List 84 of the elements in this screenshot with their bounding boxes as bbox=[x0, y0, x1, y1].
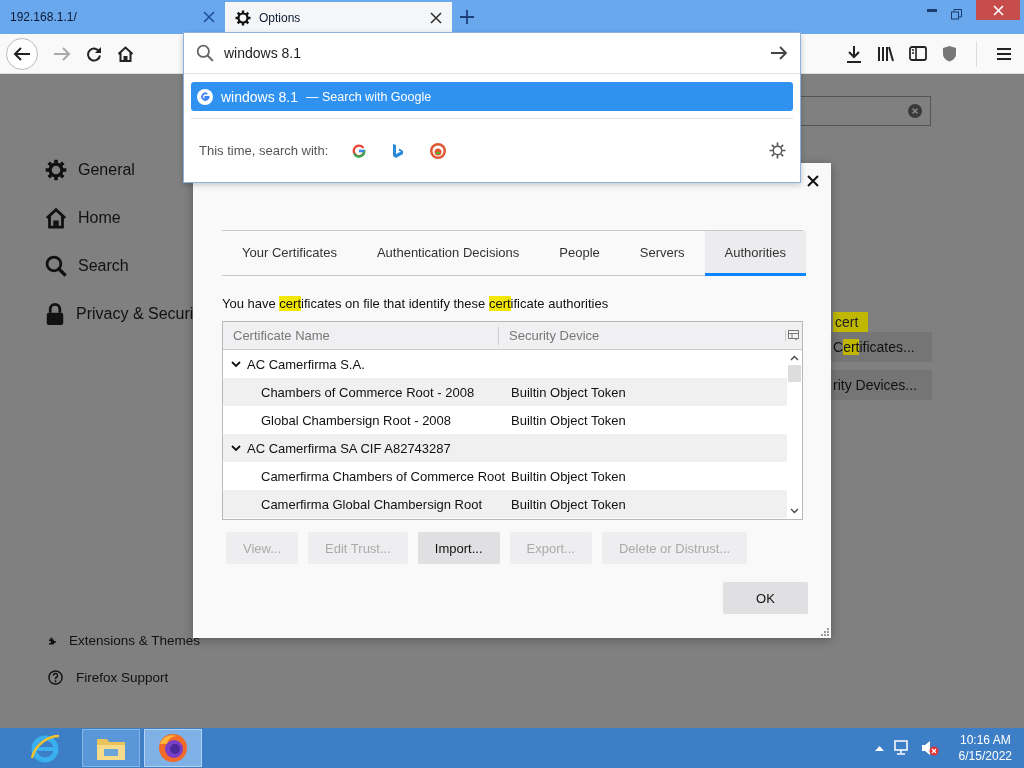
restore-icon[interactable] bbox=[951, 9, 962, 20]
close-button[interactable] bbox=[976, 0, 1020, 20]
gear-icon bbox=[235, 10, 251, 26]
gear-icon bbox=[45, 159, 67, 181]
category-item[interactable]: Home bbox=[45, 205, 200, 231]
manage-button[interactable]: rity Devices... bbox=[831, 370, 932, 400]
dialog-tab[interactable]: Authentication Decisions bbox=[356, 231, 540, 276]
dialog-tab[interactable]: Authorities bbox=[704, 231, 806, 276]
globe-icon bbox=[29, 732, 61, 764]
clock-time: 10:16 AM bbox=[959, 732, 1011, 748]
dialog-tab[interactable]: People bbox=[539, 231, 620, 276]
table-row[interactable]: Camerfirma Global Chambersign Root Builtin Object Token bbox=[223, 490, 787, 518]
scroll-up-icon[interactable] bbox=[790, 355, 799, 361]
tree-group-row[interactable]: AC Camerfirma SA CIF A82743287 bbox=[223, 440, 451, 456]
chevron-down-icon[interactable] bbox=[231, 443, 241, 453]
search-highlight-tag: cert bbox=[833, 312, 869, 332]
back-arrow-icon bbox=[13, 45, 31, 62]
category-item[interactable]: General bbox=[45, 157, 200, 183]
duck-icon[interactable] bbox=[430, 142, 447, 159]
table-cell: Builtin Object Token bbox=[511, 468, 626, 484]
dialog-tab[interactable]: Servers bbox=[619, 231, 705, 276]
table-row[interactable]: Global Chambersign Root - 2008 Builtin Object Token bbox=[223, 406, 787, 434]
google-icon[interactable] bbox=[352, 143, 367, 158]
shield-icon[interactable] bbox=[942, 45, 957, 62]
clock-date: 6/15/2022 bbox=[958, 748, 1012, 764]
minimize-icon[interactable] bbox=[927, 9, 937, 13]
table-row[interactable]: Chambers of Commerce Root - 2008 Builtin Object Token bbox=[223, 378, 787, 406]
plus-icon[interactable] bbox=[459, 9, 475, 25]
table-cell-text: Global Chambersign Root - 2008 bbox=[260, 412, 453, 428]
home-icon[interactable] bbox=[117, 45, 134, 62]
clear-icon[interactable] bbox=[908, 104, 922, 118]
close-icon bbox=[992, 4, 1004, 16]
home-icon bbox=[45, 207, 67, 229]
back-button[interactable] bbox=[6, 37, 38, 70]
table-row[interactable]: AC Camerfirma SA CIF A82743287 bbox=[223, 434, 787, 462]
table-cell: Builtin Object Token bbox=[511, 384, 626, 400]
resize-grip-icon[interactable] bbox=[821, 628, 829, 636]
table-cell-text: Camerfirma Chambers of Commerce Root bbox=[260, 468, 507, 484]
reload-icon[interactable] bbox=[86, 45, 102, 62]
table-cell: Builtin Object Token bbox=[511, 496, 626, 512]
search-field[interactable] bbox=[801, 96, 931, 126]
library-icon[interactable] bbox=[877, 45, 894, 62]
menu-icon[interactable] bbox=[996, 46, 1012, 61]
dialog-tab[interactable]: Your Certificates bbox=[222, 231, 357, 276]
tray-arrow-icon[interactable] bbox=[874, 745, 884, 751]
sidebar-link[interactable]: Firefox Support bbox=[48, 668, 200, 687]
tab-title: 192.168.1.1/ bbox=[10, 10, 78, 24]
search-icon bbox=[196, 44, 214, 62]
category-item[interactable]: Privacy & Securi bbox=[45, 301, 200, 327]
table-row[interactable]: Camerfirma Chambers of Commerce Root Builtin Object Token bbox=[223, 462, 787, 490]
table-cell-text: Camerfirma Global Chambersign Root bbox=[260, 496, 484, 512]
scroll-down-icon[interactable] bbox=[790, 508, 799, 514]
column-header[interactable]: Certificate Name bbox=[223, 326, 499, 345]
column-picker-icon[interactable] bbox=[785, 330, 799, 341]
go-arrow-icon[interactable] bbox=[770, 45, 788, 61]
google-icon bbox=[197, 88, 213, 105]
gear-icon[interactable] bbox=[769, 142, 786, 159]
table-cell: Builtin Object Token bbox=[511, 412, 626, 428]
tab-title: Options bbox=[259, 11, 302, 25]
sidebar-icon[interactable] bbox=[909, 46, 927, 61]
close-icon[interactable] bbox=[430, 12, 442, 24]
table-cell-text: Chambers of Commerce Root - 2008 bbox=[260, 384, 476, 400]
download-icon[interactable] bbox=[846, 44, 862, 63]
column-header[interactable]: Security Device bbox=[499, 326, 785, 345]
scroll-thumb[interactable] bbox=[788, 365, 801, 382]
tree-group-row[interactable]: AC Camerfirma S.A. bbox=[223, 356, 365, 372]
engines-label: This time, search with: bbox=[199, 143, 329, 158]
close-icon[interactable] bbox=[807, 175, 819, 187]
browser-tab[interactable]: 192.168.1.1/ bbox=[0, 0, 225, 34]
muted-speaker-icon[interactable] bbox=[920, 740, 939, 756]
browser-tab[interactable]: Options bbox=[225, 2, 452, 34]
sidebar-link[interactable]: Extensions & Themes bbox=[48, 631, 200, 650]
table-row[interactable]: AC Camerfirma S.A. bbox=[223, 350, 787, 378]
ok-button[interactable]: OK bbox=[723, 582, 808, 614]
help-icon bbox=[48, 670, 63, 685]
bing-icon[interactable] bbox=[392, 142, 405, 159]
firefox-icon bbox=[157, 732, 189, 764]
lock-icon bbox=[45, 303, 65, 325]
search-icon bbox=[45, 255, 67, 277]
dialog-button[interactable]: Import... bbox=[417, 532, 500, 564]
network-icon[interactable] bbox=[893, 740, 911, 756]
chevron-down-icon[interactable] bbox=[231, 359, 241, 369]
category-item[interactable]: Search bbox=[45, 253, 200, 279]
taskbar-app[interactable] bbox=[144, 729, 202, 767]
